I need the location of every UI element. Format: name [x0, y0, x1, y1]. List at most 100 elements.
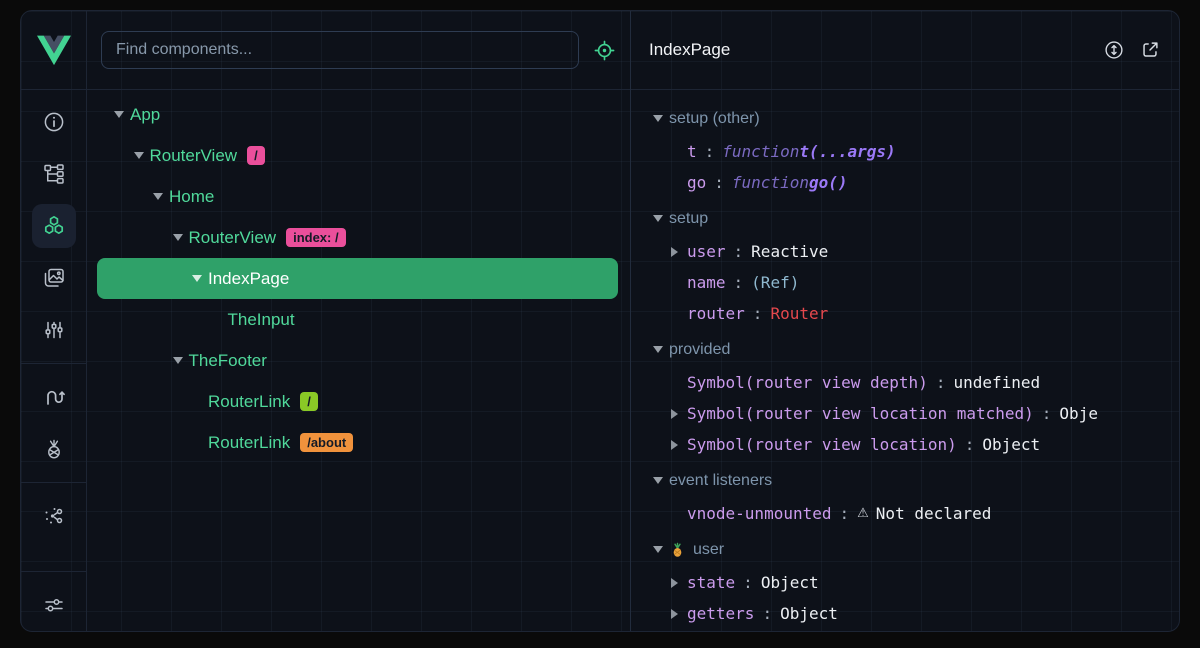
- sidebar-divider: [21, 482, 86, 483]
- state-key: go: [687, 173, 706, 192]
- chevron-right-icon: [671, 609, 678, 619]
- state-key: name: [687, 273, 726, 292]
- scroll-to-component-button[interactable]: [1103, 39, 1125, 61]
- vue-logo[interactable]: [21, 11, 86, 90]
- section-header-setup-other-[interactable]: setup (other): [631, 101, 1179, 136]
- tree-node-label: TheInput: [228, 310, 295, 330]
- expand-toggle[interactable]: [153, 193, 169, 200]
- sidebar-item-overview[interactable]: [32, 100, 76, 144]
- state-row[interactable]: Symbol(router view location):Object: [631, 429, 1179, 460]
- chevron-right-icon: [671, 440, 678, 450]
- key-value-separator: :: [734, 242, 744, 261]
- chevron-down-icon: [173, 234, 183, 241]
- tree-node-theinput[interactable]: TheInput: [97, 299, 618, 340]
- key-value-separator: :: [965, 435, 975, 454]
- expand-toggle[interactable]: [671, 578, 687, 588]
- sidebar-divider: [21, 363, 86, 364]
- sidebar-nav: [21, 90, 86, 631]
- state-row[interactable]: Symbol(router view location matched):Obj…: [631, 398, 1179, 429]
- state-row[interactable]: getters:Object: [631, 598, 1179, 629]
- component-tree: AppRouterView/HomeRouterViewindex: / Inde…: [87, 90, 630, 631]
- state-value: Object: [982, 435, 1040, 454]
- expand-toggle[interactable]: [653, 115, 669, 122]
- tree-node-routerview[interactable]: RouterViewindex: /: [97, 217, 618, 258]
- tree-node-routerlink[interactable]: RouterLink/: [97, 381, 618, 422]
- sidebar-item-router[interactable]: [32, 375, 76, 419]
- key-value-separator: :: [714, 173, 724, 192]
- inspect-element-button[interactable]: [593, 39, 616, 62]
- key-value-separator: :: [705, 142, 715, 161]
- expand-toggle[interactable]: [192, 275, 208, 282]
- sidebar-item-graph[interactable]: [32, 494, 76, 538]
- state-value: Router: [770, 304, 828, 323]
- state-value: (Ref): [751, 273, 799, 292]
- inspector-body: setup (other) t:function t(...args) go: fun…: [631, 90, 1179, 631]
- search-input[interactable]: [101, 31, 579, 69]
- expand-toggle[interactable]: [671, 609, 687, 619]
- state-value: undefined: [953, 373, 1040, 392]
- open-in-editor-button[interactable]: [1139, 39, 1161, 61]
- state-row: t:function t(...args): [631, 136, 1179, 167]
- expand-toggle[interactable]: [653, 546, 669, 553]
- key-value-separator: :: [743, 573, 753, 592]
- tree-node-label: IndexPage: [208, 269, 289, 289]
- tree-node-label: RouterLink: [208, 433, 290, 453]
- state-key: user: [687, 242, 726, 261]
- section-header-event-listeners[interactable]: event listeners: [631, 463, 1179, 498]
- components-icon: [42, 214, 66, 238]
- sidebar-item-settings[interactable]: [32, 583, 76, 627]
- chevron-right-icon: [671, 578, 678, 588]
- chevron-down-icon: [173, 357, 183, 364]
- key-value-separator: :: [840, 504, 850, 523]
- state-key: t: [687, 142, 697, 161]
- sidebar-item-components[interactable]: [32, 204, 76, 248]
- inspector-panel: IndexPage setup (other) t:function t(...a…: [630, 11, 1179, 631]
- expand-toggle[interactable]: [671, 247, 687, 257]
- expand-toggle[interactable]: [134, 152, 150, 159]
- tree-node-home[interactable]: Home: [97, 176, 618, 217]
- expand-toggle[interactable]: [173, 357, 189, 364]
- section-label: setup (other): [669, 110, 760, 128]
- sidebar-item-timeline[interactable]: [32, 308, 76, 352]
- tree-node-indexpage[interactable]: IndexPage: [97, 258, 618, 299]
- expand-toggle[interactable]: [671, 440, 687, 450]
- state-row: Symbol(router view depth):undefined: [631, 367, 1179, 398]
- expand-toggle[interactable]: [114, 111, 130, 118]
- sidebar-item-pinia[interactable]: [32, 427, 76, 471]
- inspector-title: IndexPage: [649, 40, 1089, 60]
- tree-node-routerview[interactable]: RouterView/: [97, 135, 618, 176]
- tree-node-app[interactable]: App: [97, 94, 618, 135]
- expand-toggle[interactable]: [653, 477, 669, 484]
- sidebar-item-assets[interactable]: [32, 256, 76, 300]
- state-value: Not declared: [876, 504, 992, 523]
- state-row: vnode-unmounted:⚠Not declared: [631, 498, 1179, 529]
- section-header-provided[interactable]: provided: [631, 332, 1179, 367]
- state-value: Object: [780, 604, 838, 623]
- tree-node-routerlink[interactable]: RouterLink/about: [97, 422, 618, 463]
- expand-toggle[interactable]: [653, 346, 669, 353]
- warning-icon: ⚠: [857, 506, 869, 521]
- state-row: router:Router: [631, 298, 1179, 329]
- graph-icon: [42, 504, 66, 528]
- state-key: router: [687, 304, 745, 323]
- timeline-icon: [42, 318, 66, 342]
- tree-node-label: RouterView: [189, 228, 277, 248]
- scroll-to-icon: [1103, 39, 1125, 61]
- state-row[interactable]: user:Reactive: [631, 236, 1179, 267]
- components-panel: AppRouterView/HomeRouterViewindex: / Inde…: [87, 11, 630, 631]
- sidebar-item-pages[interactable]: [32, 152, 76, 196]
- chevron-down-icon: [653, 115, 663, 122]
- tree-node-thefooter[interactable]: TheFooter: [97, 340, 618, 381]
- expand-toggle[interactable]: [671, 409, 687, 419]
- section-header-setup[interactable]: setup: [631, 201, 1179, 236]
- route-badge: /about: [300, 433, 353, 452]
- sidebar: [21, 11, 87, 631]
- state-row[interactable]: state:Object: [631, 567, 1179, 598]
- vue-logo-icon: [37, 35, 71, 66]
- section-header-user[interactable]: user: [631, 532, 1179, 567]
- key-value-separator: :: [734, 273, 744, 292]
- expand-toggle[interactable]: [653, 215, 669, 222]
- state-value: function: [732, 173, 809, 192]
- target-icon: [593, 39, 616, 62]
- expand-toggle[interactable]: [173, 234, 189, 241]
